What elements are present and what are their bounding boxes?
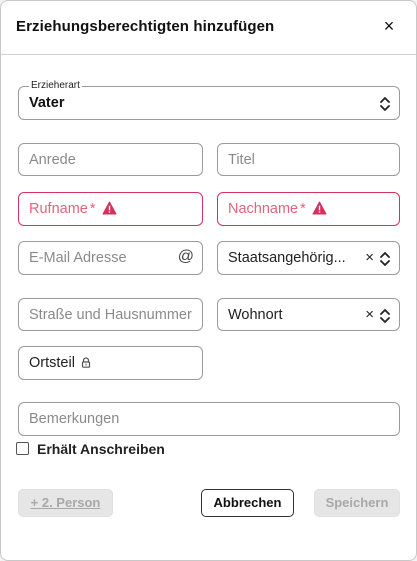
dialog-header: Erziehungsberechtigten hinzufügen × [1, 1, 416, 55]
required-mark: * [89, 201, 96, 217]
add-second-person-label: 2. Person [41, 495, 101, 510]
chevron-up-down-icon [380, 97, 390, 111]
warning-triangle-icon [312, 201, 327, 215]
required-mark: * [300, 201, 306, 217]
add-second-person-button[interactable]: + 2. Person [18, 489, 113, 517]
titel-field[interactable]: Titel [217, 143, 400, 176]
close-icon[interactable]: × [380, 15, 398, 37]
ortsteil-value: Ortsteil [29, 355, 91, 371]
nachname-placeholder: Nachname * [228, 201, 327, 217]
chevron-up-down-icon [380, 252, 390, 266]
lock-icon [81, 357, 91, 368]
anrede-field[interactable]: Anrede [18, 143, 203, 176]
clear-icon[interactable]: × [365, 249, 374, 267]
chevron-up-down-icon [380, 309, 390, 323]
email-field[interactable]: E-Mail Adresse @ [18, 241, 203, 275]
plus-icon: + [30, 495, 39, 510]
bemerkungen-field[interactable]: Bemerkungen [18, 402, 400, 436]
ortsteil-field: Ortsteil [18, 346, 203, 380]
at-sign-icon: @ [177, 248, 194, 265]
strasse-placeholder: Straße und Hausnummer [29, 307, 192, 323]
anschreiben-label[interactable]: Erhält Anschreiben [37, 441, 165, 457]
ortsteil-label: Ortsteil [29, 355, 75, 371]
warning-triangle-icon [102, 201, 116, 215]
rufname-field[interactable]: Rufname * [18, 192, 203, 226]
strasse-field[interactable]: Straße und Hausnummer [18, 298, 203, 331]
rufname-placeholder: Rufname * [29, 201, 117, 217]
staatsangehoerigkeit-select[interactable]: Staatsangehörig... × [217, 241, 400, 275]
erzieherart-label: Erzieherart [29, 80, 82, 91]
add-second-person-text: + 2. Person [31, 495, 101, 510]
rufname-label: Rufname [29, 201, 88, 217]
nachname-label: Nachname [228, 201, 299, 217]
email-placeholder: E-Mail Adresse [29, 250, 127, 266]
save-button[interactable]: Speichern [314, 489, 400, 517]
cancel-button[interactable]: Abbrechen [201, 489, 294, 517]
titel-placeholder: Titel [228, 152, 255, 168]
wohnort-value: Wohnort [228, 307, 283, 323]
dialog-title: Erziehungsberechtigten hinzufügen [16, 18, 275, 35]
erzieherart-value: Vater [29, 95, 65, 111]
erzieherart-select[interactable]: Erzieherart Vater [18, 80, 400, 120]
anrede-placeholder: Anrede [29, 152, 76, 168]
wohnort-select[interactable]: Wohnort × [217, 298, 400, 331]
bemerkungen-placeholder: Bemerkungen [29, 411, 120, 427]
nachname-field[interactable]: Nachname * [217, 192, 400, 226]
anschreiben-checkbox[interactable] [16, 442, 29, 455]
add-guardian-dialog: Erziehungsberechtigten hinzufügen × Erzi… [0, 0, 417, 561]
staatsangehoerigkeit-value: Staatsangehörig... [228, 250, 346, 266]
clear-icon[interactable]: × [365, 306, 374, 324]
